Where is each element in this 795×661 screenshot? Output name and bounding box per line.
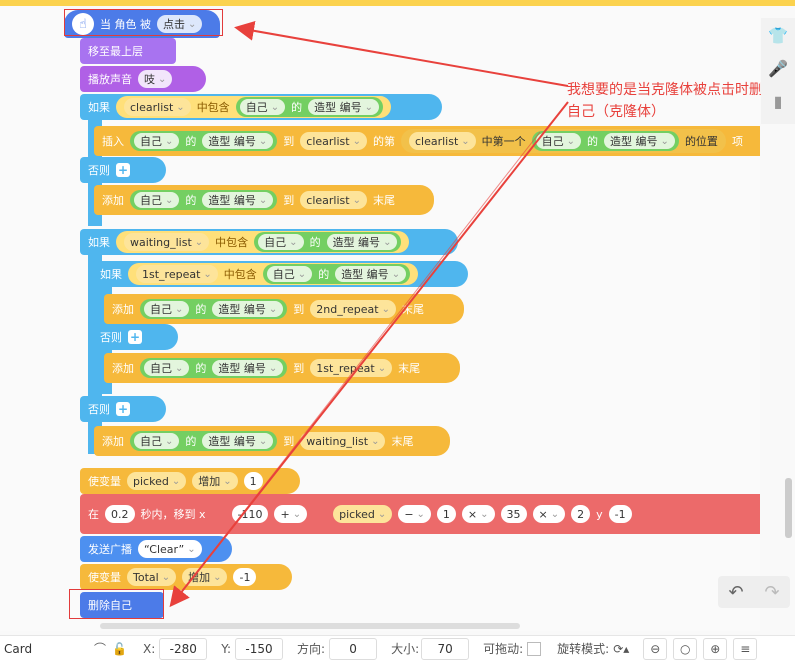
microphone-icon[interactable]: 🎤 bbox=[761, 54, 795, 84]
eye-icon[interactable]: ⌒ bbox=[94, 640, 106, 657]
costume-icon[interactable]: 👕 bbox=[761, 21, 795, 51]
sprite-name-input[interactable]: Card bbox=[0, 638, 90, 659]
undo-icon[interactable]: ↶ bbox=[728, 582, 743, 603]
x-position-input[interactable]: -280 bbox=[159, 637, 208, 660]
zoom-out-icon[interactable]: ⊖ bbox=[643, 637, 668, 660]
chart-icon[interactable]: ▮ bbox=[761, 87, 795, 117]
direction-label: 方向: bbox=[297, 642, 326, 656]
vertical-scrollbar[interactable] bbox=[785, 478, 792, 538]
size-input[interactable]: 70 bbox=[421, 637, 470, 660]
draggable-label: 可拖动: bbox=[483, 642, 524, 656]
redo-icon[interactable]: ↷ bbox=[764, 582, 779, 603]
undo-redo-panel: ↶ ↷ bbox=[718, 576, 790, 608]
annotation-arrows bbox=[169, 20, 569, 608]
direction-input[interactable]: 0 bbox=[329, 637, 378, 660]
size-label: 大小: bbox=[391, 642, 420, 656]
lock-icon[interactable]: 🔓 bbox=[112, 642, 127, 656]
annotation-arrow-to-delete bbox=[169, 101, 569, 608]
y-label: Y: bbox=[221, 641, 232, 656]
x-label: X: bbox=[142, 641, 156, 656]
menu-icon[interactable]: ≡ bbox=[733, 637, 758, 660]
y-position-input[interactable]: -150 bbox=[235, 637, 284, 660]
zoom-reset-icon[interactable]: ○ bbox=[673, 637, 698, 660]
rotation-mode-label: 旋转模式: bbox=[557, 642, 610, 656]
draggable-checkbox[interactable] bbox=[527, 641, 542, 656]
zoom-in-icon[interactable]: ⊕ bbox=[703, 637, 728, 660]
sprite-info-bar: Card ⌒ 🔓 X: -280 Y: -150 方向: 0 大小: 70 可拖… bbox=[0, 635, 795, 661]
annotation-arrow-to-hat bbox=[234, 20, 569, 87]
rotate-icon[interactable]: ⟳▴ bbox=[613, 642, 629, 656]
annotation-arrow-shadow bbox=[174, 131, 541, 601]
right-toolbar: 👕 🎤 ▮ bbox=[761, 18, 795, 124]
